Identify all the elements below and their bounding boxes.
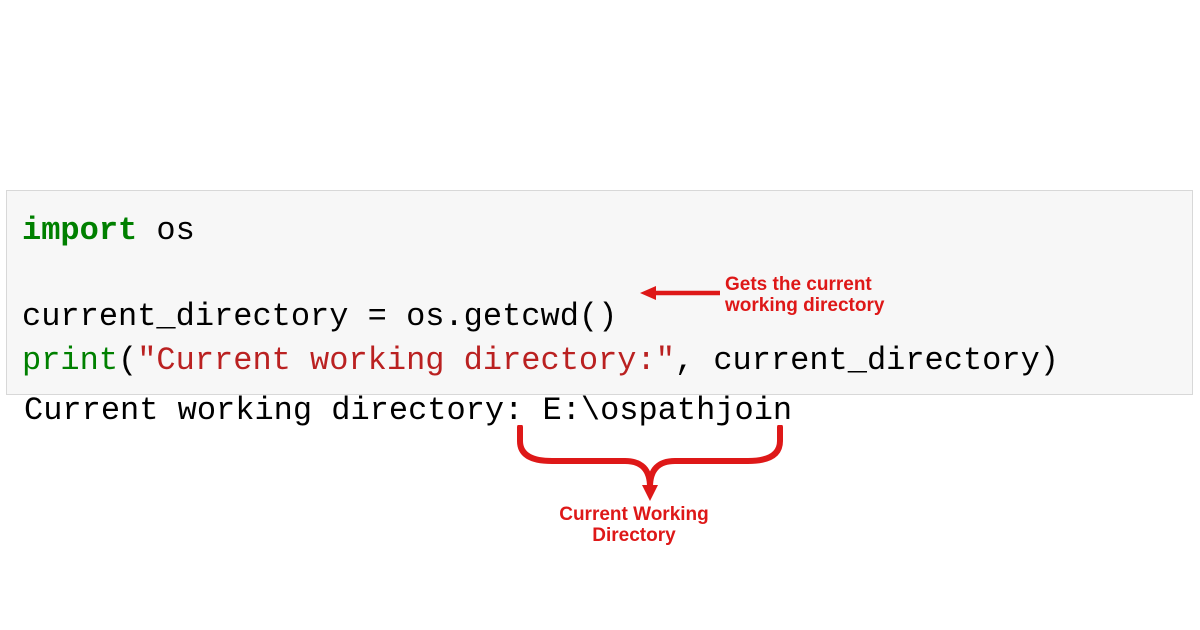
annotation-cwd-brace: Current Working Directory: [534, 505, 734, 547]
arrow-left-icon: [638, 283, 723, 303]
builtin-print: print: [22, 342, 118, 379]
string-literal: "Current working directory:": [137, 342, 675, 379]
code-line-3: print("Current working directory:", curr…: [22, 339, 1177, 382]
code-line-1: import os: [22, 209, 1177, 252]
annotation-cwd-line2: Directory: [592, 525, 675, 546]
annotation-getcwd-line2: working directory: [725, 295, 884, 316]
curly-brace-icon: [510, 425, 790, 503]
code-block: import os current_directory = os.getcwd(…: [6, 190, 1193, 395]
paren-open: (: [118, 342, 137, 379]
annotation-getcwd: Gets the current working directory: [725, 275, 925, 317]
annotation-getcwd-line1: Gets the current: [725, 274, 872, 295]
module-os: os: [137, 212, 195, 249]
code-line-2: current_directory = os.getcwd(): [22, 295, 1177, 338]
code-blank-line: [22, 252, 1177, 295]
print-args-rest: , current_directory): [675, 342, 1059, 379]
annotation-cwd-line1: Current Working: [559, 504, 709, 525]
keyword-import: import: [22, 212, 137, 249]
output-text: Current working directory: E:\ospathjoin: [24, 392, 792, 429]
statement-assign: current_directory = os.getcwd(): [22, 298, 617, 335]
